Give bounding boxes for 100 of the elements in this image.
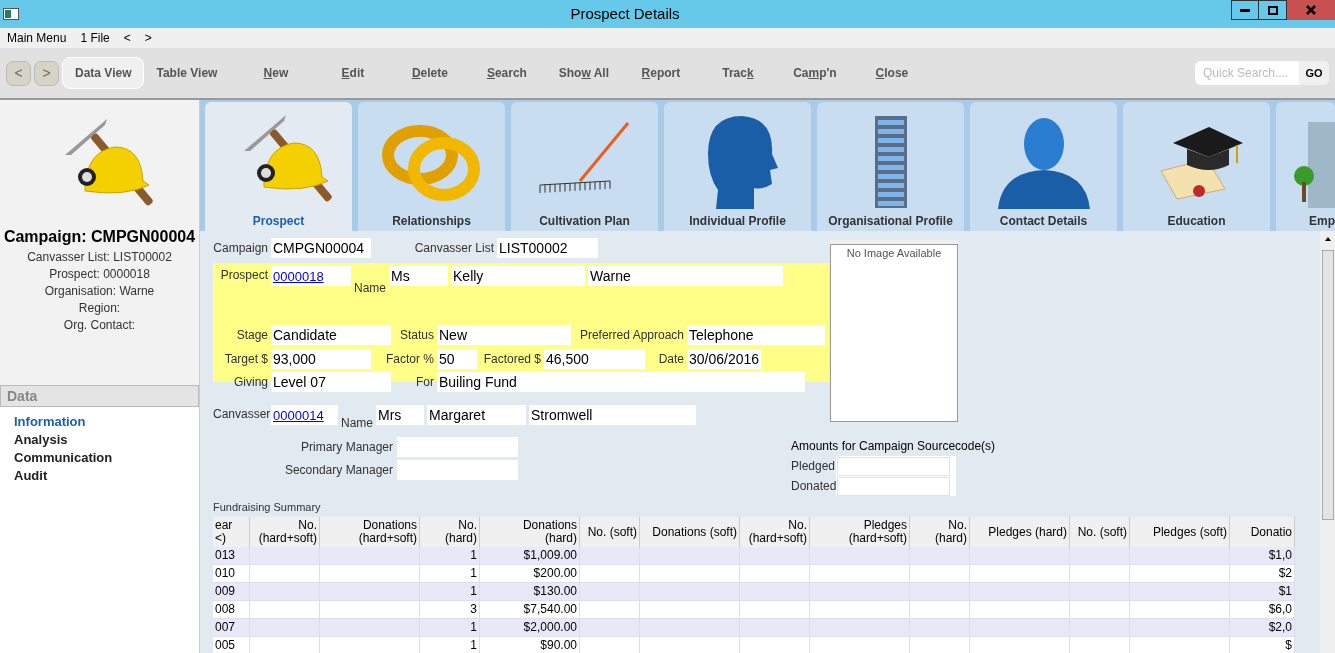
tab[interactable]: Organisational Profile [817,102,964,231]
name-field[interactable]: Margaret [427,405,526,425]
column-header[interactable]: Pledges (hard) [988,525,1067,539]
tab[interactable]: Education [1123,102,1270,231]
text-field[interactable]: CMPGN00004 [271,238,371,258]
scrollbar[interactable] [1320,231,1335,653]
text-field[interactable]: 46,500 [544,349,645,369]
column-header[interactable]: No. (hard) [935,519,967,545]
nav-button[interactable]: > [34,60,59,86]
table-cell: 1 [470,584,477,598]
menu-item[interactable]: > [144,29,152,47]
close-icon [1306,5,1316,15]
app-icon [3,8,19,20]
table-cell: $2 [1278,566,1292,580]
section-header: Data [0,385,199,407]
toolbar-button[interactable]: Close [853,64,931,82]
toolbar-button[interactable]: Search [468,64,546,82]
tab[interactable]: Cultivation Plan [511,102,658,231]
column-header[interactable]: No. (hard+soft) [258,519,317,545]
table-cell: $1,009.00 [523,548,577,562]
field-label: Giving [233,374,268,391]
tab[interactable]: Contact Details [970,102,1117,231]
sidebar-item[interactable]: Analysis [0,431,199,449]
field-label: Primary Manager [299,439,393,456]
table-cell: 009 [215,584,236,598]
toolbar-button[interactable]: Edit [314,64,392,82]
column-header[interactable]: Donations (hard+soft) [358,519,417,545]
toolbar-button[interactable]: Delete [391,64,469,82]
tab[interactable]: Individual Profile [664,102,811,231]
column-header[interactable]: Pledges (soft) [1152,525,1227,539]
field-label: Preferred Approach [578,327,684,344]
column-header[interactable]: Pledges (hard+soft) [848,519,907,545]
column-header[interactable]: No. (hard) [445,519,477,545]
menu-item[interactable]: 1 File [80,29,110,47]
close-button[interactable] [1287,0,1335,20]
table-cell: 1 [470,566,477,580]
column-header[interactable]: ear <) [215,519,233,545]
table-cell: $130.00 [533,584,577,598]
toolbar-button[interactable]: Show All [545,64,623,82]
tab[interactable]: Relationships [358,102,505,231]
column-header[interactable]: No. (soft) [1077,525,1127,539]
text-field[interactable]: Level 07 [271,372,391,392]
text-field[interactable]: Candidate [271,325,391,345]
view-tab[interactable]: Table View [144,57,230,89]
text-field[interactable]: 30/06/2016 [687,349,761,369]
info-line: Organisation: Warne [43,283,156,300]
table-cell: $6,0 [1268,602,1292,616]
field-label: Pledged [791,458,833,475]
text-field[interactable]: Telephone [687,325,825,345]
column-header[interactable]: Donations (soft) [652,525,737,539]
text-field[interactable] [397,437,518,457]
toolbar-button[interactable]: New [237,64,315,82]
tab[interactable]: Prospect [205,102,352,231]
menu-item[interactable]: Main Menu [7,29,67,47]
text-field[interactable]: Builing Fund [437,372,805,392]
field-label: Factor % [385,351,434,368]
go-button[interactable]: GO [1299,61,1329,85]
toolbar-button[interactable]: Track [699,64,777,82]
info-line: Region: [77,300,122,317]
text-field[interactable]: New [437,325,571,345]
sidebar-item[interactable]: Information [0,413,199,431]
text-field[interactable]: LIST00002 [497,238,598,258]
view-tab[interactable]: Data View [62,57,145,89]
name-field[interactable]: Ms [389,266,448,286]
toolbar-button[interactable]: Report [622,64,700,82]
sidebar-item[interactable]: Communication [0,449,199,467]
table-cell: $2,0 [1268,620,1292,634]
field-label: Stage [235,327,268,344]
table-cell: $200.00 [533,566,577,580]
table-cell: $7,540.00 [523,602,577,616]
sidebar-item[interactable]: Audit [0,467,199,485]
name-field[interactable]: Mrs [376,405,424,425]
field-label: Status [398,327,434,344]
tab[interactable]: Emp [1276,102,1335,231]
campaign-title: Campaign: CMPGN00004 [2,227,197,247]
text-field[interactable]: 93,000 [271,349,371,369]
minimize-button[interactable] [1231,0,1259,20]
column-header[interactable]: Donations (hard) [522,519,577,545]
menu-item[interactable]: < [123,29,131,47]
column-header[interactable]: No. (soft) [587,525,637,539]
table-cell: 1 [470,620,477,634]
nav-button[interactable]: < [6,60,31,86]
field-label: Name [354,281,386,295]
text-field[interactable] [397,460,518,480]
name-field[interactable]: Warne [588,266,783,286]
field-label: Factored $ [482,351,541,368]
table-cell: $2,000.00 [523,620,577,634]
table-cell: 1 [470,548,477,562]
table-cell: $90.00 [540,638,577,652]
name-field[interactable]: Stromwell [529,405,696,425]
column-header[interactable]: No. (hard+soft) [748,519,807,545]
quick-search-field[interactable]: Quick Search.... GO [1195,61,1329,85]
name-field[interactable]: Kelly [451,266,585,286]
toolbar-button[interactable]: Camp'n [776,64,854,82]
table-cell: $ [1285,638,1292,652]
text-field[interactable]: 50 [437,349,477,369]
table-cell: 3 [470,602,477,616]
table-cell: 008 [215,602,236,616]
window-title: Prospect Details [569,3,681,24]
column-header[interactable]: Donatio [1250,525,1292,539]
